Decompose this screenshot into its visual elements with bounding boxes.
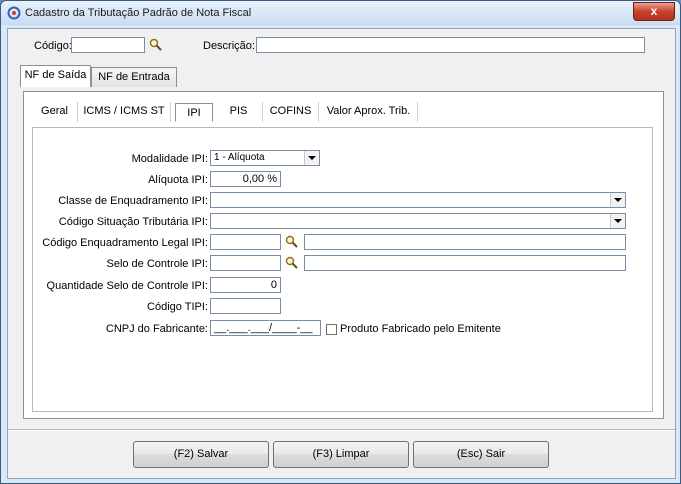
aliquota-input[interactable]: 0,00 % bbox=[210, 171, 281, 187]
selo-description[interactable] bbox=[304, 255, 626, 271]
tab-valor-aprox-trib[interactable]: Valor Aprox. Trib. bbox=[320, 102, 418, 122]
selo-label: Selo de Controle IPI: bbox=[106, 258, 208, 270]
ipi-panel: Modalidade IPI: 1 - Alíquota Alíquota IP… bbox=[32, 127, 653, 412]
tab-pis-label: PIS bbox=[229, 105, 248, 117]
classe-select[interactable] bbox=[210, 192, 626, 208]
tab-cofins-label: COFINS bbox=[269, 105, 312, 117]
app-logo-icon bbox=[7, 6, 21, 20]
chevron-down-icon[interactable] bbox=[610, 214, 625, 228]
window-title: Cadastro da Tributação Padrão de Nota Fi… bbox=[25, 7, 252, 19]
chevron-down-icon[interactable] bbox=[304, 151, 319, 165]
tab-nf-saida-label: NF de Saída bbox=[24, 69, 87, 81]
divider bbox=[8, 430, 675, 431]
nf-saida-panel: Geral ICMS / ICMS ST IPI PIS COFINS Valo… bbox=[23, 91, 664, 419]
limpar-button-label: (F3) Limpar bbox=[312, 448, 370, 460]
tab-ipi-label: IPI bbox=[187, 107, 201, 119]
tab-geral-label: Geral bbox=[41, 105, 68, 117]
search-icon[interactable] bbox=[149, 38, 163, 52]
descricao-input[interactable] bbox=[256, 37, 645, 53]
tab-icms[interactable]: ICMS / ICMS ST bbox=[78, 102, 171, 122]
tipi-label: Código TIPI: bbox=[147, 301, 208, 313]
tab-icms-label: ICMS / ICMS ST bbox=[83, 105, 165, 117]
search-icon[interactable] bbox=[285, 256, 299, 270]
descricao-label: Descrição: bbox=[203, 40, 255, 52]
sair-button-label: (Esc) Sair bbox=[456, 448, 506, 460]
tab-cofins[interactable]: COFINS bbox=[263, 102, 319, 122]
tab-geral[interactable]: Geral bbox=[32, 102, 78, 122]
modalidade-label: Modalidade IPI: bbox=[131, 153, 208, 165]
tab-nf-entrada[interactable]: NF de Entrada bbox=[91, 67, 177, 87]
aliquota-label: Alíquota IPI: bbox=[148, 174, 208, 186]
salvar-button-label: (F2) Salvar bbox=[173, 448, 229, 460]
cst-label: Código Situação Tributária IPI: bbox=[58, 216, 208, 228]
selo-input[interactable] bbox=[210, 255, 281, 271]
chevron-down-icon[interactable] bbox=[610, 193, 625, 207]
tab-nf-saida[interactable]: NF de Saída bbox=[20, 65, 91, 87]
produto-fabricado-checkbox[interactable] bbox=[326, 324, 337, 335]
limpar-button[interactable]: (F3) Limpar bbox=[273, 441, 409, 468]
qtd-selo-label: Quantidade Selo de Controle IPI: bbox=[46, 280, 208, 292]
tab-ipi[interactable]: IPI bbox=[175, 103, 213, 122]
enq-legal-input[interactable] bbox=[210, 234, 281, 250]
qtd-selo-input[interactable]: 0 bbox=[210, 277, 281, 293]
enq-legal-label: Código Enquadramento Legal IPI: bbox=[42, 237, 208, 249]
cst-select[interactable] bbox=[210, 213, 626, 229]
modalidade-select[interactable]: 1 - Alíquota bbox=[210, 150, 320, 166]
codigo-input[interactable] bbox=[71, 37, 145, 53]
cnpj-label: CNPJ do Fabricante: bbox=[105, 323, 208, 335]
sair-button[interactable]: (Esc) Sair bbox=[413, 441, 549, 468]
main-window: Cadastro da Tributação Padrão de Nota Fi… bbox=[0, 0, 681, 484]
enq-legal-description[interactable] bbox=[304, 234, 626, 250]
modalidade-value: 1 - Alíquota bbox=[214, 152, 265, 163]
tipi-input[interactable] bbox=[210, 298, 281, 314]
tab-valor-aprox-trib-label: Valor Aprox. Trib. bbox=[326, 105, 411, 117]
tab-nf-entrada-label: NF de Entrada bbox=[98, 71, 170, 83]
client-area: Código: Descrição: NF de Saída NF de Ent… bbox=[7, 28, 676, 479]
tab-pis[interactable]: PIS bbox=[215, 102, 263, 122]
close-icon: x bbox=[650, 4, 658, 18]
produto-fabricado-label: Produto Fabricado pelo Emitente bbox=[340, 323, 501, 335]
close-button[interactable]: x bbox=[633, 2, 675, 21]
search-icon[interactable] bbox=[285, 235, 299, 249]
codigo-label: Código: bbox=[34, 40, 72, 52]
classe-label: Classe de Enquadramento IPI: bbox=[58, 195, 208, 207]
title-bar[interactable]: Cadastro da Tributação Padrão de Nota Fi… bbox=[1, 1, 680, 25]
cnpj-input[interactable]: __.___.___/____-__ bbox=[210, 320, 321, 336]
salvar-button[interactable]: (F2) Salvar bbox=[133, 441, 269, 468]
